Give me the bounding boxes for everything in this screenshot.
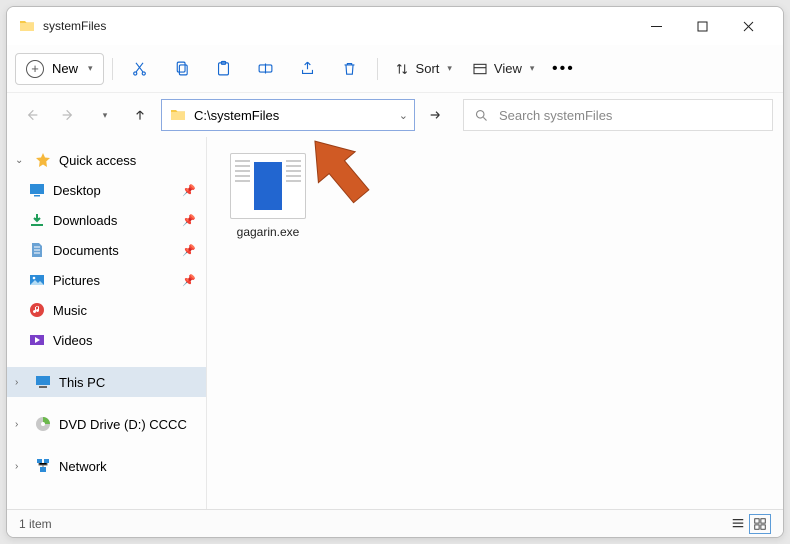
window-title: systemFiles (43, 19, 633, 33)
file-label: gagarin.exe (237, 225, 300, 239)
copy-button[interactable] (163, 51, 201, 87)
go-button[interactable] (421, 100, 451, 130)
sidebar-item-downloads[interactable]: Downloads 📌 (7, 205, 206, 235)
sidebar-item-label: Videos (53, 333, 93, 348)
sidebar-item-label: Music (53, 303, 87, 318)
pin-icon: 📌 (182, 244, 196, 257)
sidebar-item-desktop[interactable]: Desktop 📌 (7, 175, 206, 205)
file-pane[interactable]: gagarin.exe (207, 137, 783, 509)
plus-icon: + (26, 60, 44, 78)
sidebar-dvd[interactable]: › DVD Drive (D:) CCCC (7, 409, 206, 439)
sidebar-item-label: Desktop (53, 183, 101, 198)
view-label: View (494, 61, 522, 76)
share-button[interactable] (289, 51, 327, 87)
paste-button[interactable] (205, 51, 243, 87)
minimize-button[interactable] (633, 10, 679, 42)
view-button[interactable]: View ▾ (464, 57, 542, 81)
sidebar: ⌄ Quick access Desktop 📌 Downloads 📌 Doc… (7, 137, 207, 509)
folder-icon (19, 18, 35, 34)
exe-icon (230, 153, 306, 219)
separator (377, 58, 378, 80)
command-toolbar: + New ▾ Sort ▾ View ▾ ••• (7, 45, 783, 93)
new-button-label: New (52, 61, 78, 76)
chevron-down-icon: ▾ (88, 63, 93, 74)
body: ⌄ Quick access Desktop 📌 Downloads 📌 Doc… (7, 137, 783, 509)
sort-button[interactable]: Sort ▾ (386, 57, 460, 81)
star-icon (35, 152, 51, 168)
view-icon (472, 61, 488, 77)
sidebar-quick-access[interactable]: ⌄ Quick access (7, 145, 206, 175)
delete-button[interactable] (331, 51, 369, 87)
dvd-icon (35, 416, 51, 432)
back-button[interactable] (17, 100, 47, 130)
sidebar-item-documents[interactable]: Documents 📌 (7, 235, 206, 265)
sidebar-network[interactable]: › Network (7, 451, 206, 481)
chevron-down-icon: ⌄ (15, 155, 27, 166)
separator (112, 58, 113, 80)
sidebar-item-videos[interactable]: Videos (7, 325, 206, 355)
item-count: 1 item (19, 517, 52, 531)
video-icon (29, 332, 45, 348)
chevron-right-icon: › (15, 461, 27, 472)
recent-locations-button[interactable]: ▾ (89, 100, 119, 130)
sidebar-item-label: This PC (59, 375, 105, 390)
maximize-button[interactable] (679, 10, 725, 42)
more-button[interactable]: ••• (546, 60, 580, 78)
rename-button[interactable] (247, 51, 285, 87)
sort-icon (394, 61, 410, 77)
address-bar[interactable]: C:\systemFiles ⌄ (161, 99, 415, 131)
up-button[interactable] (125, 100, 155, 130)
music-icon (29, 302, 45, 318)
cut-button[interactable] (121, 51, 159, 87)
new-button[interactable]: + New ▾ (15, 53, 104, 85)
sidebar-item-label: DVD Drive (D:) CCCC (59, 417, 187, 432)
file-item[interactable]: gagarin.exe (223, 153, 313, 239)
sidebar-item-label: Quick access (59, 153, 136, 168)
network-icon (35, 458, 51, 474)
status-bar: 1 item (7, 509, 783, 537)
folder-icon (170, 107, 186, 123)
forward-button[interactable] (53, 100, 83, 130)
sidebar-item-pictures[interactable]: Pictures 📌 (7, 265, 206, 295)
nav-row: ▾ C:\systemFiles ⌄ Search systemFiles (7, 93, 783, 137)
pin-icon: 📌 (182, 274, 196, 287)
sidebar-item-label: Downloads (53, 213, 117, 228)
sidebar-item-label: Documents (53, 243, 119, 258)
sidebar-this-pc[interactable]: › This PC (7, 367, 206, 397)
sidebar-item-label: Pictures (53, 273, 100, 288)
sort-label: Sort (416, 61, 440, 76)
document-icon (29, 242, 45, 258)
search-icon (474, 108, 489, 123)
desktop-icon (29, 182, 45, 198)
chevron-right-icon: › (15, 419, 27, 430)
chevron-down-icon: ▾ (447, 63, 452, 74)
explorer-window: systemFiles + New ▾ Sort ▾ View ▾ (6, 6, 784, 538)
titlebar: systemFiles (7, 7, 783, 45)
chevron-down-icon: ▾ (530, 63, 535, 74)
search-placeholder: Search systemFiles (499, 108, 612, 123)
chevron-right-icon: › (15, 377, 27, 388)
details-view-button[interactable] (727, 514, 749, 534)
close-button[interactable] (725, 10, 771, 42)
chevron-down-icon[interactable]: ⌄ (399, 109, 408, 122)
pictures-icon (29, 272, 45, 288)
pin-icon: 📌 (182, 214, 196, 227)
pin-icon: 📌 (182, 184, 196, 197)
pc-icon (35, 374, 51, 390)
address-path: C:\systemFiles (194, 108, 279, 123)
search-box[interactable]: Search systemFiles (463, 99, 773, 131)
icons-view-button[interactable] (749, 514, 771, 534)
download-icon (29, 212, 45, 228)
sidebar-item-label: Network (59, 459, 107, 474)
sidebar-item-music[interactable]: Music (7, 295, 206, 325)
